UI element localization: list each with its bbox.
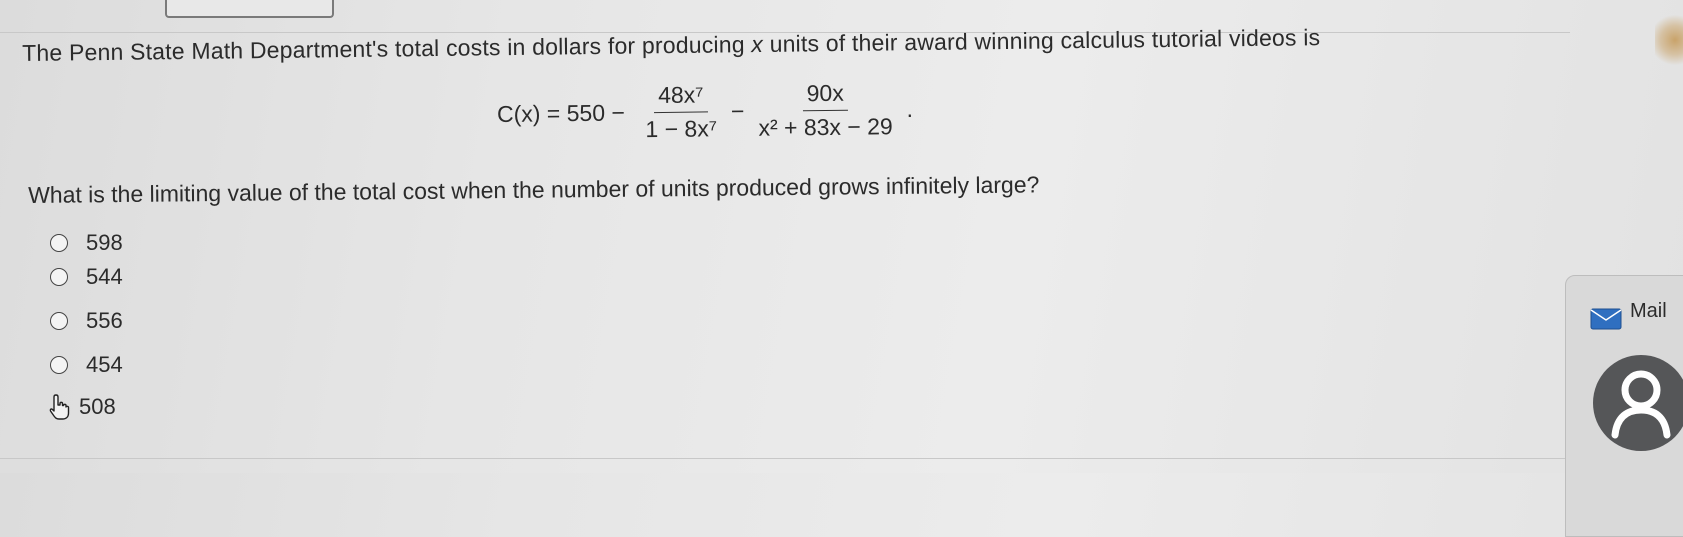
- radio-button[interactable]: [50, 356, 68, 374]
- question-prompt: What is the limiting value of the total …: [28, 171, 1040, 208]
- avatar[interactable]: [1593, 355, 1683, 451]
- option-label: 544: [86, 264, 123, 289]
- fraction-2-denominator: x² + 83x − 29: [758, 112, 893, 141]
- option-label: 454: [86, 352, 123, 377]
- option-556[interactable]: 556: [50, 308, 123, 334]
- formula-minus: −: [730, 97, 745, 124]
- formula-lhs: C(x) = 550 −: [496, 98, 632, 127]
- option-label: 508: [79, 394, 116, 419]
- hand-pointer-icon: [49, 394, 70, 420]
- question-text: The Penn State Math Department's total c…: [22, 24, 1320, 67]
- radio-button[interactable]: [50, 234, 68, 252]
- fraction-2-numerator: 90x: [802, 79, 848, 111]
- question-after: units of their award winning calculus tu…: [762, 24, 1321, 57]
- option-454[interactable]: 454: [50, 352, 123, 378]
- question-before: The Penn State Math Department's total c…: [22, 31, 752, 66]
- option-label: 598: [86, 230, 123, 255]
- mail-icon[interactable]: [1590, 308, 1622, 330]
- option-508[interactable]: 508: [49, 392, 116, 422]
- edge-decoration: [1655, 10, 1683, 70]
- radio-button[interactable]: [50, 312, 68, 330]
- question-var: x: [751, 30, 764, 58]
- cost-formula: C(x) = 550 − 48x⁷ 1 − 8x⁷ − 90x x² + 83x…: [497, 79, 914, 144]
- fraction-1-numerator: 48x⁷: [653, 80, 708, 113]
- fraction-2: 90x x² + 83x − 29: [754, 79, 897, 142]
- top-box: [165, 0, 334, 18]
- radio-button[interactable]: [50, 268, 68, 286]
- fraction-1-denominator: 1 − 8x⁷: [645, 114, 718, 142]
- fraction-1: 48x⁷ 1 − 8x⁷: [641, 80, 721, 143]
- bottom-divider: [0, 458, 1565, 459]
- option-544[interactable]: 544: [50, 264, 123, 290]
- option-598[interactable]: 598: [50, 230, 123, 256]
- formula-end: .: [906, 95, 914, 122]
- option-label: 556: [86, 308, 123, 333]
- person-icon: [1611, 370, 1671, 439]
- mail-label[interactable]: Mail: [1630, 300, 1667, 323]
